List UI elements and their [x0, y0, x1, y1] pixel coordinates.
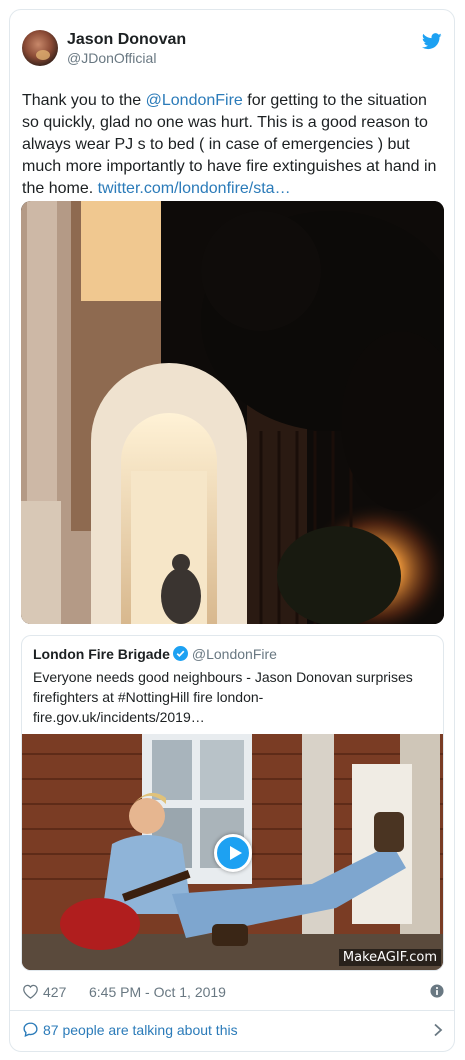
tweet-text: Thank you to the @LondonFire for getting… — [22, 90, 446, 200]
footer-divider — [10, 1010, 454, 1011]
user-avatar[interactable] — [22, 30, 58, 66]
fire-night-photo — [21, 201, 444, 624]
author-handle[interactable]: @JDonOfficial — [67, 50, 156, 66]
tweet-photo[interactable] — [21, 201, 444, 624]
tweet-timestamp[interactable]: 6:45 PM - Oct 1, 2019 — [89, 984, 226, 1000]
quoted-tweet[interactable]: London Fire Brigade @LondonFire Everyone … — [21, 635, 444, 971]
watermark-label: MakeAGIF.com — [338, 949, 441, 966]
quoted-tweet-link[interactable]: twitter.com/londonfire/sta… — [98, 180, 291, 197]
tweet-text-start: Thank you to the — [22, 92, 146, 109]
comment-bubble-icon — [23, 1022, 38, 1037]
play-button[interactable] — [214, 834, 252, 872]
quoted-author-name[interactable]: London Fire Brigade — [33, 646, 170, 662]
talking-count-label[interactable]: 87 people are talking about this — [43, 1022, 238, 1038]
tweet-card: Jason Donovan @JDonOfficial Thank you to… — [9, 9, 455, 1052]
author-name[interactable]: Jason Donovan — [67, 31, 186, 49]
verified-badge-icon — [172, 646, 188, 661]
like-count[interactable]: 427 — [43, 984, 66, 1000]
mention-link[interactable]: @LondonFire — [146, 92, 243, 109]
quoted-header: London Fire Brigade @LondonFire — [33, 646, 277, 662]
twitter-bird-icon[interactable] — [422, 33, 442, 50]
info-icon[interactable] — [430, 984, 444, 998]
heart-icon[interactable] — [22, 983, 39, 999]
chevron-right-icon[interactable] — [432, 1023, 444, 1037]
tweet-header: Jason Donovan @JDonOfficial — [22, 30, 442, 70]
quoted-video[interactable]: MakeAGIF.com — [22, 734, 443, 970]
tweet-actions: 427 6:45 PM - Oct 1, 2019 — [22, 981, 444, 1003]
quoted-author-handle[interactable]: @LondonFire — [192, 646, 277, 662]
quoted-text: Everyone needs good neighbours - Jason D… — [33, 669, 413, 725]
talking-link[interactable]: 87 people are talking about this — [22, 1020, 444, 1042]
